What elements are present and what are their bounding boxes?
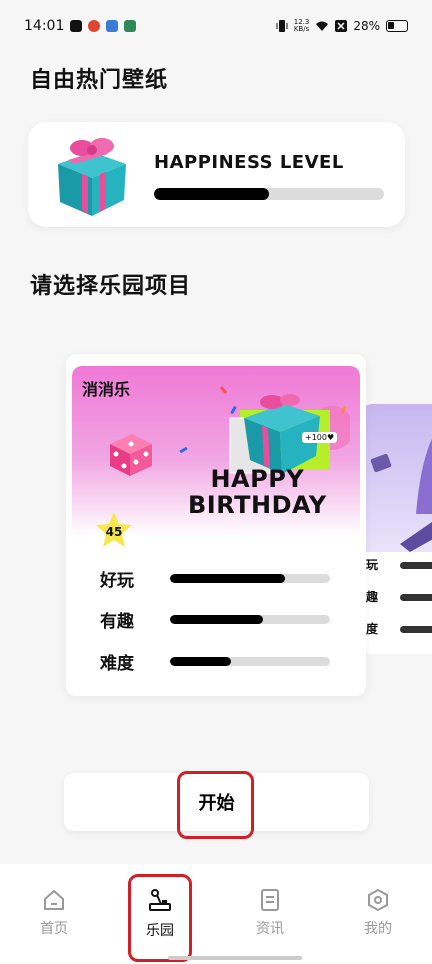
- section-title: 请选择乐园项目: [30, 274, 192, 299]
- happiness-bar: [154, 188, 384, 200]
- stat-bar-fill: [170, 574, 286, 583]
- next-stat-row: 玩: [366, 558, 432, 572]
- hexagon-icon: [368, 888, 388, 912]
- stat-bar-fill: [170, 615, 263, 624]
- happiness-label: HAPPINESS LEVEL: [154, 152, 344, 173]
- vibrate-icon: [276, 20, 288, 32]
- next-game-card[interactable]: 玩 趣 度: [362, 404, 432, 654]
- stat-row-interest: 有趣: [100, 607, 340, 633]
- stat-bar: [170, 615, 330, 624]
- tab-park[interactable]: 乐园: [130, 888, 190, 940]
- start-button[interactable]: 开始: [64, 773, 369, 831]
- game-name: 消消乐: [82, 380, 131, 399]
- document-icon: [261, 889, 279, 911]
- bottom-tab-bar: 首页 乐园 资讯 我的: [0, 864, 432, 964]
- battery-percent: 28%: [353, 19, 380, 33]
- tab-news[interactable]: 资讯: [240, 888, 300, 938]
- score-badge: 45: [105, 525, 123, 539]
- app-notification-icon-2: [124, 20, 137, 32]
- tab-home[interactable]: 首页: [24, 888, 84, 938]
- stat-bar-fill: [170, 657, 231, 666]
- tiktok-icon: [70, 20, 83, 32]
- stat-bar: [170, 574, 330, 583]
- home-icon: [44, 890, 64, 910]
- stat-row-fun: 好玩: [100, 566, 340, 592]
- banner-text: HAPPY BIRTHDAY: [188, 465, 327, 519]
- weibo-icon: [88, 20, 101, 32]
- next-stat-row: 趣: [366, 590, 432, 604]
- status-right: 12.3 KB/s 28%: [276, 19, 408, 33]
- next-stat-row: 度: [366, 622, 432, 636]
- dice-icon: [110, 434, 152, 476]
- happiness-bar-fill: [154, 188, 269, 200]
- battery-icon: [386, 20, 408, 32]
- stat-row-difficulty: 难度: [100, 649, 340, 675]
- tab-mine[interactable]: 我的: [348, 888, 408, 938]
- app-notification-icon: [106, 20, 119, 32]
- status-bar: 14:01 12.3 KB/s 28%: [0, 0, 432, 52]
- gramophone-icon: [370, 439, 432, 552]
- home-indicator[interactable]: [168, 956, 302, 960]
- page-title: 自由热门壁纸: [30, 68, 169, 93]
- stat-bar: [170, 657, 330, 666]
- next-game-image: [362, 404, 432, 552]
- gift-icon: [58, 138, 126, 216]
- joystick-icon: [149, 889, 171, 911]
- game-card[interactable]: 消消乐 +100♥ HAPPY BIRTHDAY 45 好玩 有趣 难度: [66, 354, 366, 696]
- net-speed: 12.3 KB/s: [293, 18, 310, 33]
- sim-x-icon: [335, 20, 348, 32]
- status-time: 14:01: [24, 18, 65, 34]
- wifi-icon: [316, 21, 329, 31]
- status-left: 14:01: [24, 18, 137, 34]
- like-tag: +100♥: [302, 432, 338, 443]
- happiness-card: HAPPINESS LEVEL: [28, 122, 405, 227]
